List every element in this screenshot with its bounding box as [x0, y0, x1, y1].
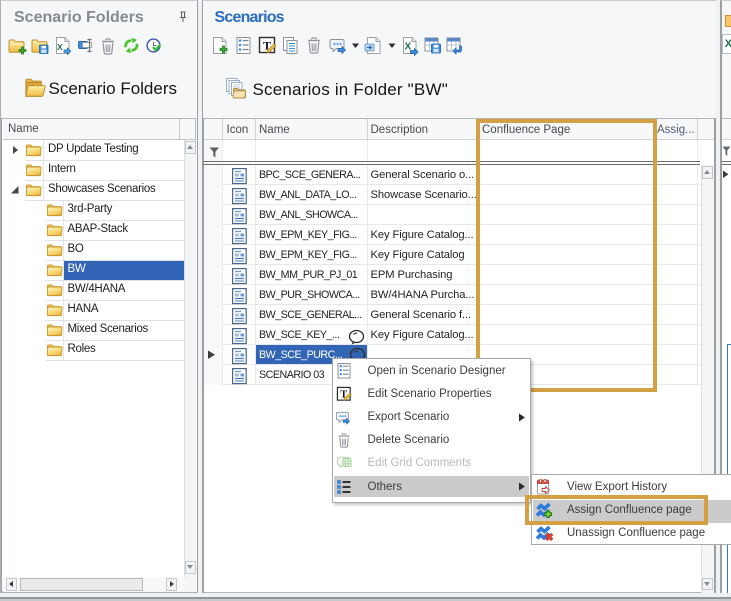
svg-text:X: X: [57, 42, 63, 52]
